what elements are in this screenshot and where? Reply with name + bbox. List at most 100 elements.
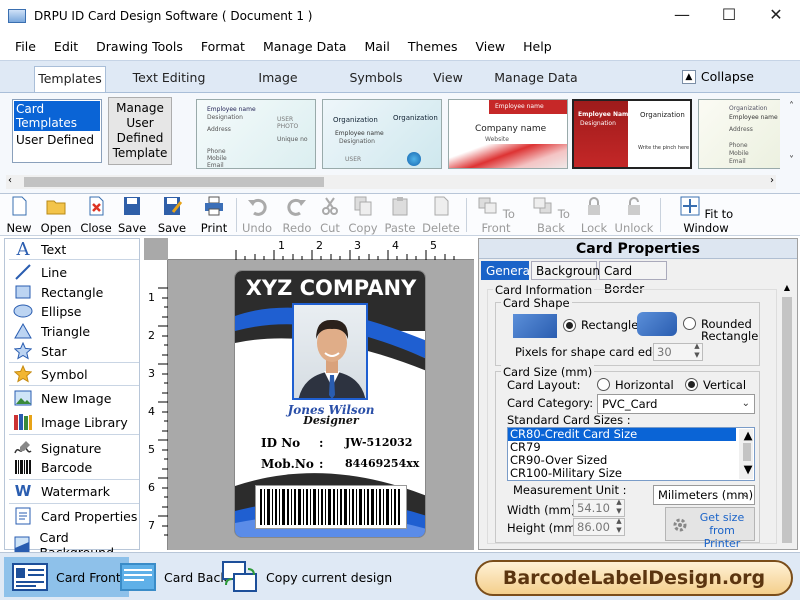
list-item-user-defined[interactable]: User Defined bbox=[13, 132, 101, 148]
open-button[interactable]: Open bbox=[40, 196, 72, 235]
mobile-value[interactable]: 84469254xx bbox=[345, 457, 419, 470]
template-thumb-5[interactable]: Organization Employee name Address Phone… bbox=[698, 99, 780, 169]
tool-line[interactable]: Line bbox=[13, 263, 67, 281]
collapse-button[interactable]: ▲ Collapse bbox=[681, 69, 754, 84]
tab-symbols[interactable]: Symbols bbox=[348, 67, 404, 89]
menu-edit[interactable]: Edit bbox=[45, 39, 87, 54]
tab-general[interactable]: General bbox=[481, 261, 533, 280]
manage-user-template-button[interactable]: Manage User Defined Template bbox=[108, 97, 172, 165]
scroll-down-icon[interactable]: ˅ bbox=[789, 155, 794, 166]
menu-view[interactable]: View bbox=[466, 39, 514, 54]
card-front-button[interactable]: Card Front bbox=[4, 557, 129, 597]
scrollbar-thumb[interactable] bbox=[24, 177, 324, 187]
shape-rounded-radio[interactable] bbox=[683, 317, 696, 330]
menu-format[interactable]: Format bbox=[192, 39, 254, 54]
list-scrollbar[interactable]: ▲ ▼ bbox=[739, 429, 753, 479]
size-option-cr100[interactable]: CR100-Military Size bbox=[508, 467, 754, 480]
minimize-button[interactable]: — bbox=[659, 0, 705, 32]
copy-current-design-button[interactable]: Copy current design bbox=[222, 557, 392, 597]
properties-scrollbar[interactable]: ▲ bbox=[779, 283, 795, 547]
to-front-button[interactable]: To Front bbox=[472, 196, 520, 235]
tool-new-image[interactable]: New Image bbox=[13, 389, 111, 407]
unlock-button[interactable]: Unlock bbox=[614, 196, 654, 235]
copy-button[interactable]: Copy bbox=[348, 196, 378, 235]
scroll-up-icon[interactable]: ▲ bbox=[779, 283, 795, 295]
width-spin-down-icon[interactable]: ▼ bbox=[613, 507, 625, 515]
card-category-dropdown[interactable]: PVC_Card ⌄ bbox=[597, 394, 755, 414]
size-option-cr80[interactable]: CR80-Credit Card Size bbox=[508, 428, 736, 441]
tool-ellipse[interactable]: Ellipse bbox=[13, 302, 81, 320]
cut-button[interactable]: Cut bbox=[318, 196, 342, 235]
list-item-card-templates[interactable]: Card Templates bbox=[14, 101, 100, 131]
measurement-unit-dropdown[interactable]: Milimeters (mm) ⌄ bbox=[653, 485, 755, 505]
to-back-button[interactable]: To Back bbox=[528, 196, 574, 235]
menu-mail[interactable]: Mail bbox=[355, 39, 398, 54]
undo-button[interactable]: Undo bbox=[242, 196, 272, 235]
id-card[interactable]: XYZ COMPANY Jones Wilson Designer ID No … bbox=[234, 270, 426, 538]
menu-drawing-tools[interactable]: Drawing Tools bbox=[87, 39, 192, 54]
menu-themes[interactable]: Themes bbox=[399, 39, 467, 54]
paste-button[interactable]: Paste bbox=[384, 196, 416, 235]
fit-to-window-button[interactable]: Fit to Window bbox=[666, 196, 746, 235]
template-type-list[interactable]: Card Templates User Defined bbox=[12, 99, 102, 163]
delete-button[interactable]: Delete bbox=[422, 196, 460, 235]
ribbon-hscrollbar[interactable]: ‹ › bbox=[6, 175, 776, 189]
scrollbar-thumb[interactable] bbox=[743, 443, 751, 461]
pixels-spin-down-icon[interactable]: ▼ bbox=[691, 351, 703, 359]
scroll-right-icon[interactable]: › bbox=[770, 175, 774, 186]
scrollbar-thumb[interactable] bbox=[782, 297, 792, 543]
template-thumb-2[interactable]: Organization Employee name Designation U… bbox=[322, 99, 442, 169]
tool-card-properties[interactable]: Card Properties bbox=[13, 507, 137, 525]
tool-star[interactable]: Star bbox=[13, 342, 67, 360]
tool-watermark[interactable]: W Watermark bbox=[13, 482, 110, 500]
close-button[interactable]: Close bbox=[80, 196, 112, 235]
scroll-down-icon[interactable]: ▼ bbox=[741, 463, 753, 475]
menu-manage-data[interactable]: Manage Data bbox=[254, 39, 355, 54]
width-spin-up-icon[interactable]: ▲ bbox=[613, 498, 625, 506]
scroll-up-icon[interactable]: ▲ bbox=[741, 429, 753, 441]
tab-background[interactable]: Background bbox=[531, 261, 608, 280]
scroll-up-icon[interactable]: ˄ bbox=[789, 101, 794, 112]
menu-help[interactable]: Help bbox=[514, 39, 561, 54]
company-name[interactable]: XYZ COMPANY bbox=[235, 276, 425, 300]
new-button[interactable]: New bbox=[6, 196, 32, 235]
height-spin-up-icon[interactable]: ▲ bbox=[613, 517, 625, 525]
tab-templates[interactable]: Templates bbox=[34, 66, 106, 92]
print-button[interactable]: Print bbox=[200, 196, 228, 235]
card-barcode[interactable] bbox=[255, 485, 407, 529]
tab-image-editing[interactable]: Image Editing bbox=[236, 67, 320, 107]
scroll-left-icon[interactable]: ‹ bbox=[8, 175, 12, 186]
id-label[interactable]: ID No bbox=[261, 436, 300, 450]
id-value[interactable]: JW-512032 bbox=[345, 436, 412, 449]
card-back-button[interactable]: Card Back bbox=[120, 557, 228, 597]
tool-barcode[interactable]: Barcode bbox=[13, 458, 92, 476]
tool-triangle[interactable]: Triangle bbox=[13, 322, 90, 340]
get-size-from-printer-button[interactable]: Get size from Printer bbox=[665, 507, 755, 550]
lock-button[interactable]: Lock bbox=[580, 196, 608, 235]
tab-view[interactable]: View bbox=[428, 67, 468, 89]
close-window-button[interactable]: ✕ bbox=[753, 0, 799, 32]
shape-rectangle-radio[interactable] bbox=[563, 319, 576, 332]
tool-rectangle[interactable]: Rectangle bbox=[13, 283, 103, 301]
template-thumb-3[interactable]: Employee name Company name Website bbox=[448, 99, 568, 169]
maximize-button[interactable]: ☐ bbox=[706, 0, 752, 32]
pixels-spin-up-icon[interactable]: ▲ bbox=[691, 342, 703, 350]
template-thumb-1[interactable]: Employee name Designation Address USER P… bbox=[196, 99, 316, 169]
redo-button[interactable]: Redo bbox=[282, 196, 312, 235]
employee-title[interactable]: Designer bbox=[235, 414, 425, 427]
tool-text[interactable]: A Text bbox=[13, 239, 67, 260]
user-photo[interactable] bbox=[292, 303, 368, 400]
menu-file[interactable]: File bbox=[6, 39, 45, 54]
tool-symbol[interactable]: Symbol bbox=[13, 365, 88, 383]
tool-signature[interactable]: Signature bbox=[13, 439, 101, 457]
save-button[interactable]: Save bbox=[118, 196, 146, 235]
layout-horizontal-radio[interactable] bbox=[597, 378, 610, 391]
standard-sizes-list[interactable]: CR80-Credit Card Size CR79 CR90-Over Siz… bbox=[507, 427, 755, 481]
mobile-label[interactable]: Mob.No bbox=[261, 457, 314, 471]
template-thumb-4[interactable]: Employee Name Designation Organization W… bbox=[572, 99, 692, 169]
tool-image-library[interactable]: Image Library bbox=[13, 413, 128, 431]
tab-card-border[interactable]: Card Border bbox=[599, 261, 667, 296]
tab-manage-data[interactable]: Manage Data bbox=[494, 67, 578, 89]
layout-vertical-radio[interactable] bbox=[685, 378, 698, 391]
tab-text-editing[interactable]: Text Editing bbox=[130, 67, 208, 89]
